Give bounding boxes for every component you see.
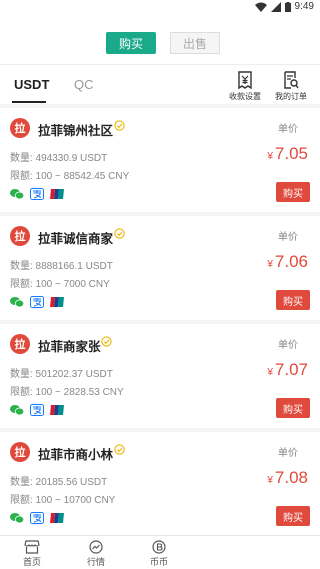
- coin-tabs: USDT QC 收款设置 我的订单: [0, 64, 320, 104]
- tab-qc[interactable]: QC: [74, 77, 94, 92]
- price: ¥ 7.06: [267, 252, 308, 272]
- currency-symbol: ¥: [267, 259, 273, 270]
- wechat-pay-icon: [10, 405, 24, 416]
- price-value: 7.07: [274, 360, 308, 379]
- limit-text: 限额: 100 ~ 10700 CNY: [10, 495, 116, 506]
- limit-text: 限额: 100 ~ 88542.45 CNY: [10, 171, 130, 182]
- merchant-card: 拉 拉菲市商小林 单价 数量: 20185.56 USDT 限额: 100 ~ …: [0, 432, 320, 536]
- nav-coin-label: 币币: [149, 558, 168, 568]
- unionpay-icon: [50, 513, 64, 523]
- buy-button[interactable]: 购买: [276, 290, 310, 310]
- price: ¥ 7.07: [267, 360, 308, 380]
- nav-home-label: 首页: [22, 558, 41, 568]
- wechat-pay-icon: [10, 297, 24, 308]
- payment-methods: [10, 512, 64, 524]
- nav-market[interactable]: 行情: [76, 540, 116, 568]
- wechat-pay-icon: [10, 513, 24, 524]
- merchant-name: 拉菲商家张: [38, 339, 101, 354]
- trend-icon: [89, 540, 103, 554]
- alipay-icon: [30, 512, 44, 524]
- merchant-name: 拉菲诚信商家: [38, 231, 114, 246]
- alipay-icon: [30, 296, 44, 308]
- merchant-card: 拉 拉菲诚信商家 单价 数量: 8888166.1 USDT 限额: 100 ~…: [0, 216, 320, 320]
- unionpay-icon: [50, 297, 64, 307]
- nav-coin[interactable]: 币币: [139, 540, 179, 568]
- nav-market-label: 行情: [86, 558, 105, 568]
- merchant-avatar: 拉: [10, 226, 30, 246]
- quantity-text: 数量: 494330.9 USDT: [10, 153, 108, 164]
- merchant-name: 拉菲市商小林: [38, 447, 114, 462]
- unit-price-label: 单价: [278, 448, 298, 459]
- unionpay-icon: [50, 405, 64, 415]
- wifi-icon: [254, 2, 267, 12]
- price-value: 7.05: [274, 144, 308, 163]
- price-value: 7.06: [274, 252, 308, 271]
- unit-price-label: 单价: [278, 124, 298, 135]
- status-time: 9:49: [294, 1, 314, 12]
- verified-icon: [114, 228, 125, 239]
- verified-icon: [101, 336, 112, 347]
- tab-active-indicator: [12, 101, 46, 103]
- tab-usdt[interactable]: USDT: [14, 77, 49, 92]
- payment-methods: [10, 404, 64, 416]
- status-bar: 9:49: [0, 0, 320, 16]
- sell-tab-button[interactable]: 出售: [170, 32, 220, 54]
- limit-text: 限额: 100 ~ 7000 CNY: [10, 279, 110, 290]
- payment-settings-icon: [238, 71, 252, 89]
- quantity-text: 数量: 501202.37 USDT: [10, 369, 113, 380]
- my-orders-label: 我的订单: [275, 92, 307, 101]
- wechat-pay-icon: [10, 189, 24, 200]
- orders-search-icon: [284, 71, 299, 89]
- merchant-card: 拉 拉菲锦州社区 单价 数量: 494330.9 USDT 限额: 100 ~ …: [0, 108, 320, 212]
- merchant-avatar: 拉: [10, 118, 30, 138]
- store-icon: [24, 540, 40, 554]
- alipay-icon: [30, 188, 44, 200]
- merchant-avatar: 拉: [10, 334, 30, 354]
- battery-icon: [284, 1, 291, 12]
- verified-icon: [114, 120, 125, 131]
- quantity-text: 数量: 8888166.1 USDT: [10, 261, 113, 272]
- bottom-nav: 首页 行情 币币: [0, 535, 320, 569]
- currency-symbol: ¥: [267, 151, 273, 162]
- nav-home[interactable]: 首页: [12, 540, 52, 568]
- limit-text: 限额: 100 ~ 2828.53 CNY: [10, 387, 124, 398]
- price: ¥ 7.05: [267, 144, 308, 164]
- my-orders-button[interactable]: 我的订单: [270, 71, 312, 102]
- buy-tab-button[interactable]: 购买: [106, 32, 156, 54]
- merchant-avatar: 拉: [10, 442, 30, 462]
- cellular-icon: [270, 1, 281, 12]
- header: 购买 出售: [0, 16, 320, 64]
- quantity-text: 数量: 20185.56 USDT: [10, 477, 108, 488]
- unit-price-label: 单价: [278, 232, 298, 243]
- unit-price-label: 单价: [278, 340, 298, 351]
- bitcoin-icon: [152, 540, 166, 554]
- price-value: 7.08: [274, 468, 308, 487]
- unionpay-icon: [50, 189, 64, 199]
- payment-methods: [10, 188, 64, 200]
- payment-settings-label: 收款设置: [229, 92, 261, 101]
- buy-button[interactable]: 购买: [276, 182, 310, 202]
- buy-button[interactable]: 购买: [276, 506, 310, 526]
- merchant-card: 拉 拉菲商家张 单价 数量: 501202.37 USDT 限额: 100 ~ …: [0, 324, 320, 428]
- currency-symbol: ¥: [267, 475, 273, 486]
- verified-icon: [114, 444, 125, 455]
- price: ¥ 7.08: [267, 468, 308, 488]
- buy-button[interactable]: 购买: [276, 398, 310, 418]
- payment-methods: [10, 296, 64, 308]
- merchant-name: 拉菲锦州社区: [38, 123, 114, 138]
- alipay-icon: [30, 404, 44, 416]
- payment-settings-button[interactable]: 收款设置: [224, 71, 266, 102]
- currency-symbol: ¥: [267, 367, 273, 378]
